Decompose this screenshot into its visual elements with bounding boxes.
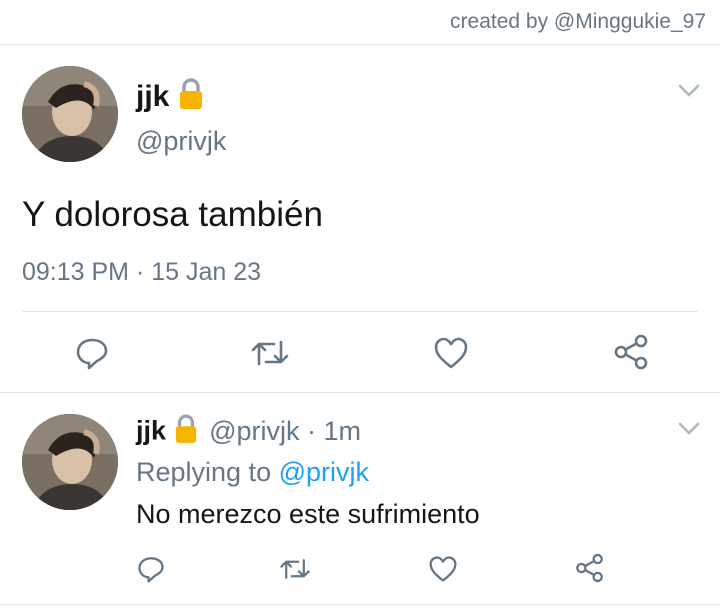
avatar[interactable] [22, 66, 118, 162]
chevron-down-icon[interactable] [678, 84, 700, 103]
share-icon[interactable] [612, 334, 650, 370]
username[interactable]: @privjk [136, 126, 226, 157]
retweet-icon[interactable] [250, 336, 290, 370]
replying-prefix: Replying to [136, 457, 279, 487]
reply-icon[interactable] [137, 555, 165, 583]
lock-icon [178, 78, 204, 118]
tweet-text: Y dolorosa también [22, 195, 323, 234]
retweet-icon[interactable] [279, 555, 311, 583]
display-name-text: jjk [136, 79, 170, 113]
username-time[interactable]: @privjk · 1m [209, 416, 361, 446]
tweet-text: No merezco este sufrimiento [136, 499, 480, 529]
reply-icon[interactable] [75, 336, 109, 370]
like-icon[interactable] [428, 555, 458, 583]
chevron-down-icon[interactable] [678, 422, 700, 441]
replying-handle-link[interactable]: @privjk [279, 457, 369, 487]
divider [22, 311, 698, 312]
display-name-text: jjk [136, 415, 167, 446]
replying-to: Replying to @privjk [136, 457, 369, 488]
avatar[interactable] [22, 414, 118, 510]
share-icon[interactable] [574, 553, 605, 583]
divider [0, 604, 720, 605]
divider [0, 392, 720, 393]
tweet-timestamp[interactable]: 09:13 PM · 15 Jan 23 [22, 258, 261, 287]
display-name[interactable]: jjk @privjk · 1m [136, 414, 361, 451]
credit-label: created by @Minggukie_97 [450, 10, 706, 33]
lock-icon [174, 414, 198, 451]
divider [0, 44, 720, 45]
like-icon[interactable] [433, 336, 469, 370]
display-name[interactable]: jjk [136, 78, 204, 118]
